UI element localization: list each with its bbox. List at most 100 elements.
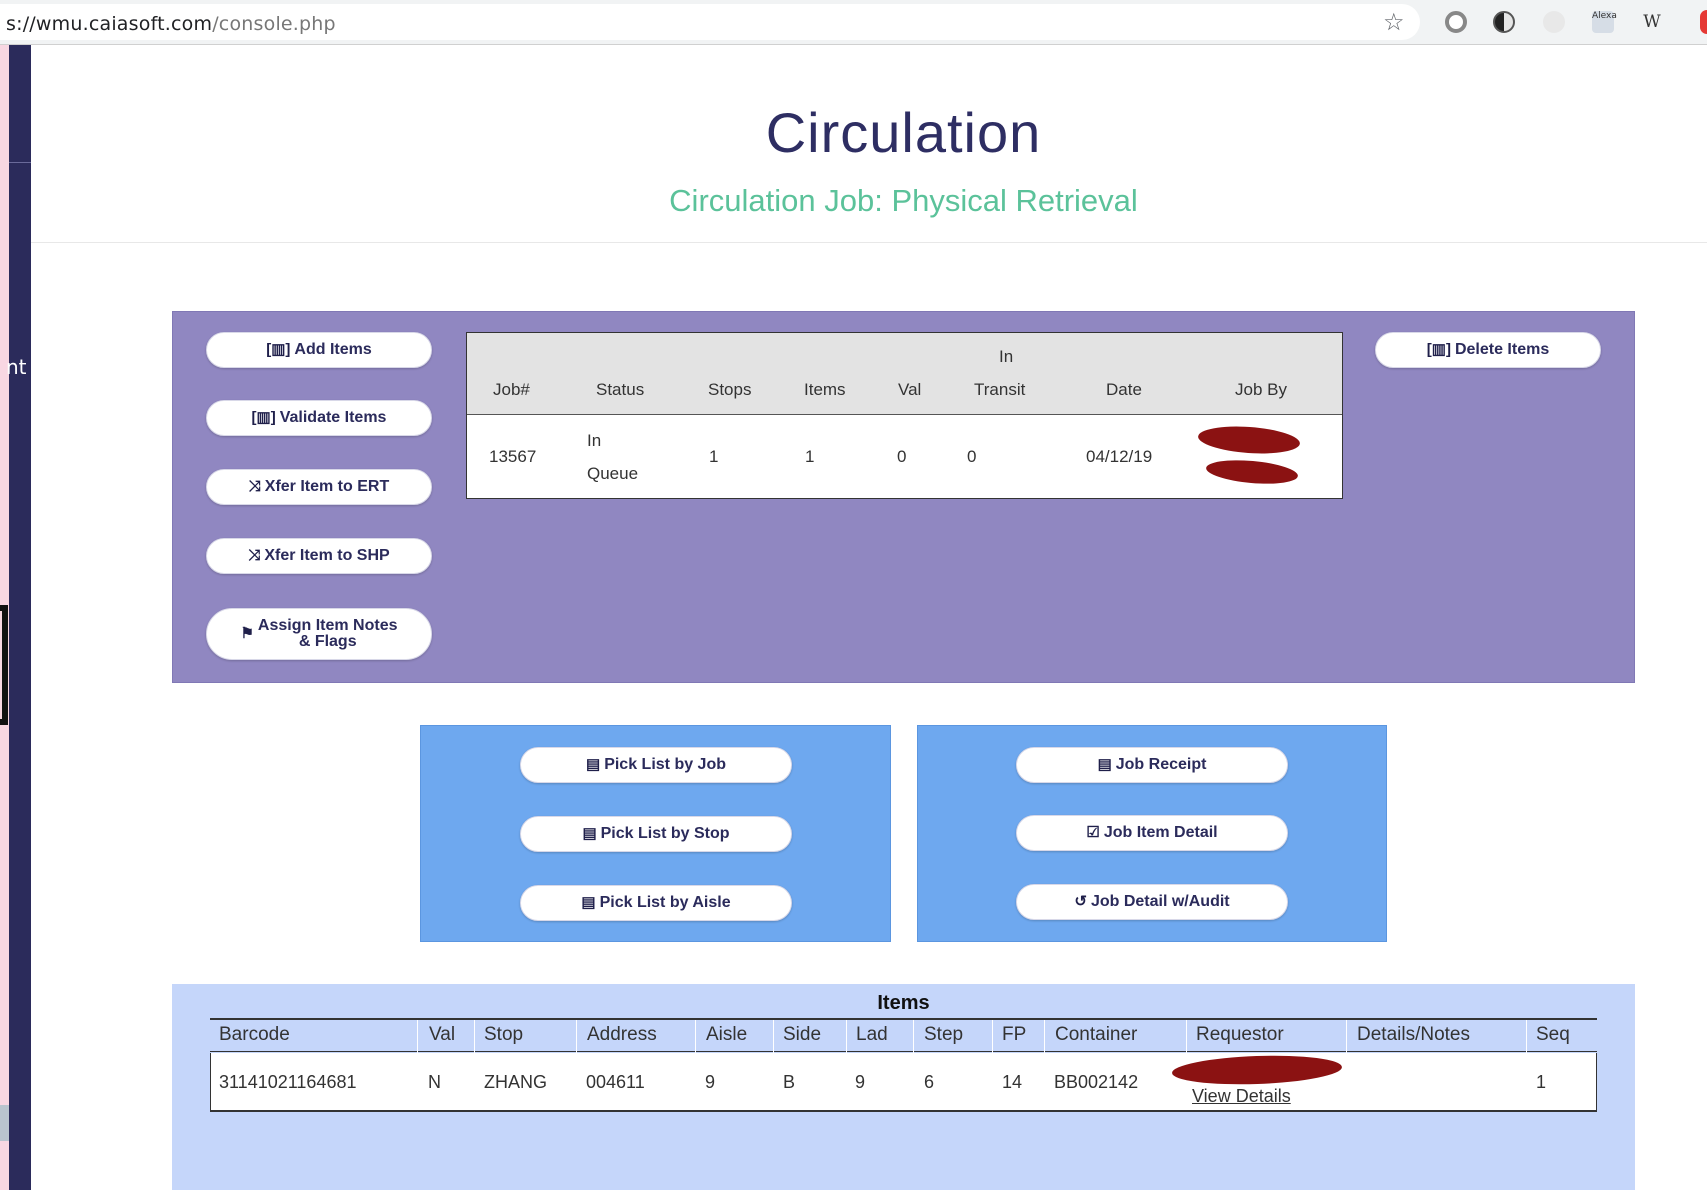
assign-item-notes-flags-button[interactable]: ⚑ Assign Item Notes & Flags: [206, 608, 432, 660]
job-detail-audit-button[interactable]: ↺ Job Detail w/Audit: [1016, 884, 1288, 920]
col-separator: [474, 1020, 475, 1054]
cell-container: BB002142: [1054, 1072, 1139, 1092]
job-table-header: Job# Status Stops Items Val In Transit D…: [467, 333, 1342, 415]
col-separator: [773, 1020, 774, 1054]
col-items: Items: [804, 380, 846, 399]
col-separator: [992, 1020, 993, 1054]
table-row: 31141021164681 N ZHANG 004611 9 B 9 6 14…: [210, 1053, 1597, 1112]
pdf-icon: ▤: [1097, 756, 1112, 773]
add-items-button[interactable]: [▥] Add Items: [206, 332, 432, 368]
col-in-transit-line2: Transit: [974, 380, 1026, 399]
w-extension-icon[interactable]: W: [1640, 11, 1664, 33]
col-address: Address: [587, 1024, 657, 1045]
pdf-icon: ▤: [586, 756, 601, 773]
cell-in-transit: 0: [967, 447, 977, 466]
pick-list-by-aisle-button[interactable]: ▤ Pick List by Aisle: [520, 885, 792, 921]
cell-step: 6: [924, 1072, 935, 1092]
flag-icon: ⚑: [240, 625, 254, 642]
contrast-extension-icon[interactable]: [1493, 11, 1515, 33]
extension-circle-icon[interactable]: [1445, 11, 1467, 33]
cell-status-line1: In: [587, 431, 602, 450]
cell-side: B: [783, 1072, 796, 1092]
cell-barcode: 31141021164681: [219, 1072, 357, 1092]
left-sidebar: [9, 45, 31, 1190]
pdf-icon: ▤: [582, 825, 597, 842]
col-date: Date: [1106, 380, 1142, 399]
col-aisle: Aisle: [706, 1024, 748, 1045]
pick-list-by-job-button[interactable]: ▤ Pick List by Job: [520, 747, 792, 783]
cell-val: N: [428, 1072, 441, 1092]
col-stop: Stop: [484, 1024, 524, 1045]
col-separator: [695, 1020, 696, 1054]
col-stops: Stops: [708, 380, 752, 399]
col-separator: [846, 1020, 847, 1054]
col-separator: [913, 1020, 914, 1054]
col-val: Val: [429, 1024, 456, 1045]
profile-avatar-edge[interactable]: [1700, 10, 1707, 34]
validate-items-button[interactable]: [▥] Validate Items: [206, 400, 432, 436]
col-seq: Seq: [1536, 1024, 1570, 1045]
address-bar[interactable]: s://wmu.caiasoft.com/console.php: [0, 4, 1420, 40]
shuffle-icon: ⤨: [248, 547, 261, 564]
items-table-header: Barcode Val Stop Address Aisle Side Lad …: [210, 1018, 1597, 1054]
col-details-notes: Details/Notes: [1357, 1024, 1470, 1045]
cell-date: 04/12/19: [1086, 447, 1153, 466]
cell-lad: 9: [855, 1072, 866, 1092]
alexa-extension-icon[interactable]: Alexa: [1592, 11, 1617, 33]
col-in-transit-line1: In: [999, 347, 1014, 366]
extension-faded-icon[interactable]: [1543, 11, 1565, 33]
cell-job-number: 13567: [489, 447, 537, 466]
col-separator: [1186, 1020, 1187, 1054]
col-lad: Lad: [856, 1024, 888, 1045]
job-reports-panel: ▤ Job Receipt ☑ Job Item Detail ↺ Job Detai…: [917, 725, 1387, 942]
col-job-by: Job By: [1235, 380, 1287, 399]
col-job-number: Job#: [493, 380, 530, 399]
bookmark-star-icon[interactable]: ☆: [1383, 8, 1405, 36]
cell-aisle: 9: [705, 1072, 716, 1092]
page-title: Circulation: [765, 101, 1042, 164]
col-separator: [1526, 1020, 1527, 1054]
items-title: Items: [877, 992, 930, 1014]
browser-toolbar: s://wmu.caiasoft.com/console.php ☆ Alexa…: [0, 0, 1707, 45]
col-side: Side: [783, 1024, 822, 1045]
cell-val: 0: [897, 447, 907, 466]
col-status: Status: [596, 380, 645, 399]
col-separator: [576, 1020, 577, 1054]
col-barcode: Barcode: [219, 1024, 290, 1045]
pick-list-panel: ▤ Pick List by Job ▤ Pick List by Stop ▤ Pi…: [420, 725, 891, 942]
barcode-icon: [▥]: [251, 409, 276, 426]
cell-fp: 14: [1002, 1072, 1023, 1092]
col-fp: FP: [1002, 1024, 1027, 1045]
col-val: Val: [898, 380, 922, 399]
xfer-item-to-ert-button[interactable]: ⤨ Xfer Item to ERT: [206, 469, 432, 505]
job-summary-table: Job# Status Stops Items Val In Transit D…: [466, 332, 1343, 499]
barcode-icon: [▥]: [1426, 341, 1451, 358]
clipboard-icon: ☑: [1086, 824, 1100, 841]
left-edge-block: [0, 1105, 9, 1141]
history-icon: ↺: [1074, 893, 1087, 910]
job-receipt-button[interactable]: ▤ Job Receipt: [1016, 747, 1288, 783]
pick-list-by-stop-button[interactable]: ▤ Pick List by Stop: [520, 816, 792, 852]
col-separator: [1346, 1020, 1347, 1054]
page-subtitle: Circulation Job: Physical Retrieval: [669, 183, 1138, 218]
barcode-icon: [▥]: [266, 341, 291, 358]
cell-status-line2: Queue: [587, 464, 639, 483]
shuffle-icon: ⤨: [248, 478, 261, 495]
delete-items-button[interactable]: [▥] Delete Items: [1375, 332, 1601, 368]
sidebar-partial-label[interactable]: nt: [6, 355, 27, 379]
view-details-link[interactable]: View Details: [1192, 1086, 1291, 1107]
cell-stops: 1: [709, 447, 719, 466]
header-divider: [31, 242, 1707, 243]
cell-items: 1: [805, 447, 815, 466]
xfer-item-to-shp-button[interactable]: ⤨ Xfer Item to SHP: [206, 538, 432, 574]
redaction-mark: [1205, 457, 1299, 487]
sidebar-divider: [9, 162, 31, 163]
col-separator: [1044, 1020, 1045, 1054]
job-item-detail-button[interactable]: ☑ Job Item Detail: [1016, 815, 1288, 851]
redaction-mark: [1197, 423, 1301, 457]
left-edge-bracket: [0, 605, 8, 725]
cell-stop: ZHANG: [484, 1072, 547, 1092]
items-panel: Items Barcode Val Stop Address Aisle Sid…: [172, 984, 1635, 1190]
pdf-icon: ▤: [581, 894, 596, 911]
cell-seq: 1: [1536, 1072, 1547, 1092]
